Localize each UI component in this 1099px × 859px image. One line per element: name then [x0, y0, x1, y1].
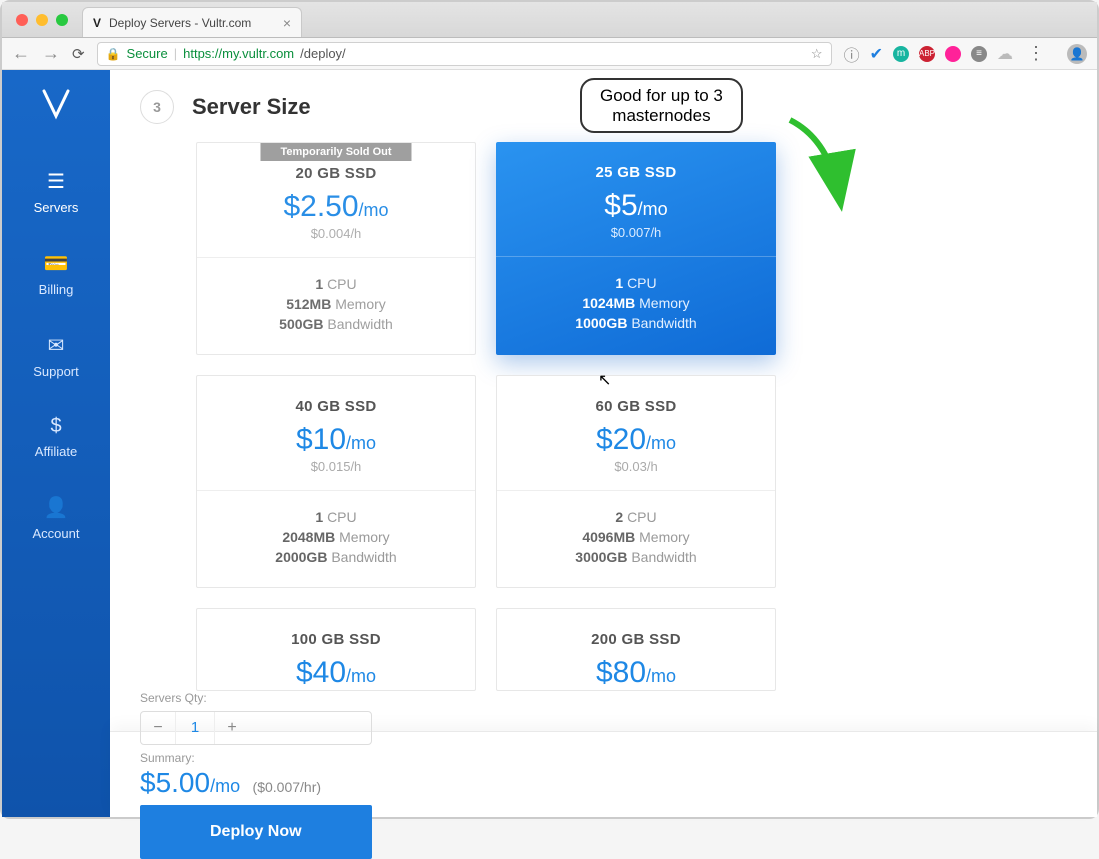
servers-icon: ☰	[47, 169, 65, 194]
profile-avatar-icon[interactable]: 👤	[1067, 44, 1087, 64]
plan-memory: 1024MB Memory	[506, 295, 766, 311]
plan-bandwidth: 500GB Bandwidth	[207, 316, 465, 332]
window-maximize-button[interactable]	[56, 14, 68, 26]
annotation-arrow-icon	[780, 110, 870, 220]
plan-card-20gb[interactable]: Temporarily Sold Out 20 GB SSD $2.50/mo …	[196, 142, 476, 355]
quantity-stepper: − 1 +	[140, 711, 372, 745]
plan-card-100gb[interactable]: 100 GB SSD $40/mo	[196, 608, 476, 691]
mouse-cursor-icon: ↖	[598, 370, 611, 390]
extension-icon[interactable]: ABP	[919, 46, 935, 62]
qty-increment-button[interactable]: +	[215, 712, 249, 744]
sidebar-item-support[interactable]: ✉ Support	[2, 315, 110, 397]
plan-cpu: 1 CPU	[207, 276, 465, 292]
nav-back-icon[interactable]: ←	[12, 43, 30, 64]
summary-price-row: $5.00/mo ($0.007/hr)	[140, 767, 372, 799]
sidebar-item-affiliate[interactable]: $ Affiliate	[2, 397, 110, 477]
plan-memory: 512MB Memory	[207, 296, 465, 312]
sidebar: ☰ Servers 💳 Billing ✉ Support $ Affiliat…	[2, 70, 110, 817]
credit-card-icon: 💳	[44, 251, 69, 276]
qty-label: Servers Qty:	[140, 691, 372, 705]
tab-close-icon[interactable]: ×	[283, 15, 291, 31]
sidebar-item-label: Affiliate	[35, 444, 77, 459]
browser-menu-icon[interactable]: ⋮	[1023, 43, 1049, 64]
lock-icon: 🔒	[106, 47, 121, 61]
url-input[interactable]: 🔒 Secure | https://my.vultr.com/deploy/ …	[97, 42, 832, 66]
plan-bandwidth: 2000GB Bandwidth	[207, 549, 465, 565]
info-icon[interactable]: ⓘ	[844, 42, 860, 66]
extension-icon[interactable]: m	[893, 46, 909, 62]
plan-price: $5/mo	[506, 189, 766, 223]
plan-memory: 4096MB Memory	[507, 529, 765, 545]
sidebar-item-account[interactable]: 👤 Account	[2, 477, 110, 559]
plan-card-200gb[interactable]: 200 GB SSD $80/mo	[496, 608, 776, 691]
plan-storage: 40 GB SSD	[207, 398, 465, 415]
window-minimize-button[interactable]	[36, 14, 48, 26]
secure-label: Secure	[127, 46, 168, 61]
deploy-now-button[interactable]: Deploy Now	[140, 805, 372, 859]
sidebar-item-billing[interactable]: 💳 Billing	[2, 233, 110, 315]
bookmark-star-icon[interactable]: ☆	[811, 46, 823, 62]
annotation-callout: Good for up to 3 masternodes	[580, 78, 743, 133]
qty-decrement-button[interactable]: −	[141, 712, 175, 744]
url-host: https://my.vultr.com	[183, 46, 294, 61]
plan-card-40gb[interactable]: 40 GB SSD $10/mo $0.015/h 1 CPU 2048MB M…	[196, 375, 476, 588]
url-path: /deploy/	[300, 46, 346, 61]
extension-icon[interactable]: ☁	[997, 44, 1013, 64]
sidebar-item-servers[interactable]: ☰ Servers	[2, 151, 110, 233]
qty-value: 1	[175, 712, 215, 744]
plan-price: $80/mo	[507, 656, 765, 690]
window-controls	[16, 14, 68, 26]
extension-icon[interactable]: ≡	[971, 46, 987, 62]
sidebar-item-label: Account	[33, 526, 80, 541]
plan-hourly: $0.03/h	[507, 459, 765, 474]
plan-hourly: $0.015/h	[207, 459, 465, 474]
tab-favicon: V	[93, 16, 101, 30]
sidebar-item-label: Billing	[39, 282, 74, 297]
plan-price: $10/mo	[207, 423, 465, 457]
plan-bandwidth: 1000GB Bandwidth	[506, 315, 766, 331]
plan-card-25gb[interactable]: 25 GB SSD $5/mo $0.007/h 1 CPU 1024MB Me…	[496, 142, 776, 355]
mail-icon: ✉	[48, 333, 65, 358]
dollar-icon: $	[50, 415, 61, 438]
person-icon: 👤	[44, 495, 69, 520]
tab-title: Deploy Servers - Vultr.com	[109, 16, 251, 30]
extension-icon[interactable]: ✔	[870, 44, 883, 64]
plan-storage: 60 GB SSD	[507, 398, 765, 415]
plan-bandwidth: 3000GB Bandwidth	[507, 549, 765, 565]
plan-storage: 20 GB SSD	[207, 165, 465, 182]
summary-label: Summary:	[140, 751, 372, 765]
reload-icon[interactable]: ⟳	[72, 45, 85, 63]
plan-price: $20/mo	[507, 423, 765, 457]
soldout-badge: Temporarily Sold Out	[260, 143, 411, 161]
plan-storage: 100 GB SSD	[207, 631, 465, 648]
deploy-footer: Servers Qty: − 1 + Summary: $5.00/mo ($0…	[110, 731, 1097, 817]
plan-storage: 200 GB SSD	[507, 631, 765, 648]
plan-price: $40/mo	[207, 656, 465, 690]
plan-card-60gb[interactable]: 60 GB SSD $20/mo $0.03/h 2 CPU 4096MB Me…	[496, 375, 776, 588]
plan-cpu: 2 CPU	[507, 509, 765, 525]
sidebar-item-label: Servers	[34, 200, 79, 215]
plan-cpu: 1 CPU	[506, 275, 766, 291]
window-close-button[interactable]	[16, 14, 28, 26]
plan-cpu: 1 CPU	[207, 509, 465, 525]
plan-storage: 25 GB SSD	[506, 164, 766, 181]
address-bar: ← → ⟳ 🔒 Secure | https://my.vultr.com/de…	[2, 38, 1097, 70]
browser-tab-bar: V Deploy Servers - Vultr.com ×	[2, 2, 1097, 38]
plan-hourly: $0.007/h	[506, 225, 766, 240]
step-badge: 3	[140, 90, 174, 124]
browser-tab[interactable]: V Deploy Servers - Vultr.com ×	[82, 7, 302, 37]
vultr-logo[interactable]	[41, 88, 71, 131]
section-title: Server Size	[192, 94, 311, 120]
plan-memory: 2048MB Memory	[207, 529, 465, 545]
sidebar-item-label: Support	[33, 364, 79, 379]
extension-icon[interactable]	[945, 46, 961, 62]
nav-forward-icon[interactable]: →	[42, 43, 60, 64]
plan-price: $2.50/mo	[207, 190, 465, 224]
extension-icons: ⓘ ✔ m ABP ≡ ☁ ⋮	[844, 42, 1049, 66]
plan-hourly: $0.004/h	[207, 226, 465, 241]
